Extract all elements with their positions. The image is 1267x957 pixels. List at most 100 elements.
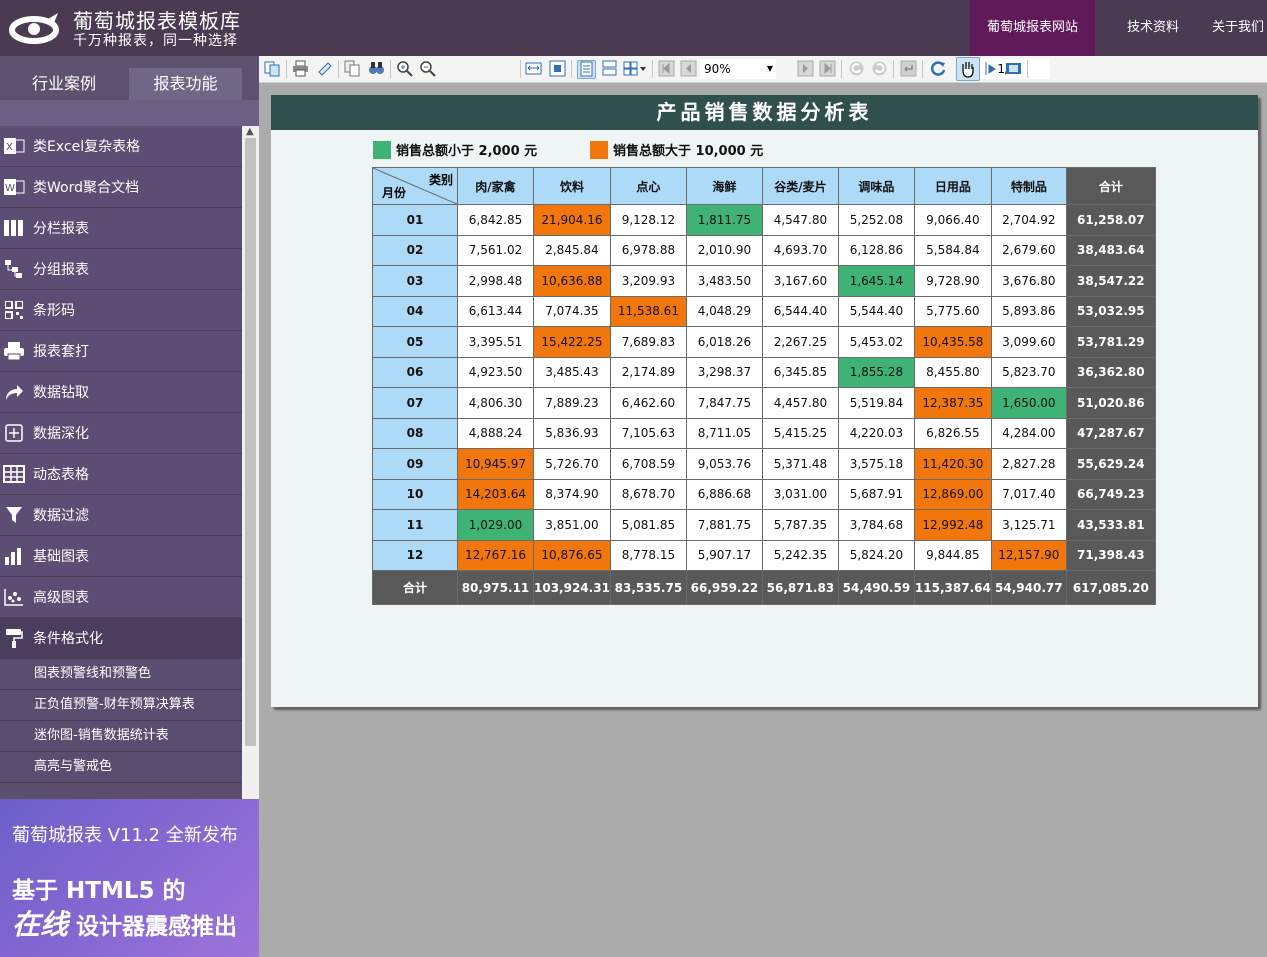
scrollbar-thumb[interactable]: [245, 138, 256, 746]
table-row: 04 6,613.44 7,074.35 11,538.61 4,048.29 6,544…: [372, 295, 1156, 327]
value-cell: 21,904.16: [533, 204, 611, 236]
sidebar-item-conditional-format[interactable]: 条件格式化: [0, 618, 242, 659]
refresh-icon[interactable]: [930, 60, 947, 77]
sidebar-subitem-highlight[interactable]: 高亮与警戒色: [0, 752, 242, 783]
zoom-in-icon[interactable]: [396, 60, 413, 77]
sidebar-item-label: 条件格式化: [33, 631, 103, 647]
sidebar-item-columns[interactable]: 分栏报表: [0, 208, 242, 249]
page-setup-icon[interactable]: [316, 60, 333, 77]
forward-icon[interactable]: [871, 60, 888, 77]
tab-industry-cases[interactable]: 行业案例: [0, 68, 128, 100]
plus-box-icon: [3, 422, 25, 444]
toolbar-separator: [286, 60, 287, 78]
value-cell: 5,687.91: [837, 478, 915, 510]
sidebar-item-deepen[interactable]: 数据深化: [0, 413, 242, 454]
value-cell: 8,778.15: [609, 539, 687, 571]
month-cell: 12: [372, 539, 458, 571]
sidebar-item-label: 高级图表: [33, 590, 89, 606]
column-header: 肉/家禽: [457, 167, 534, 205]
table-row: 11 1,029.00 3,851.00 5,081.85 7,881.75 5,787.…: [372, 509, 1156, 541]
promo-banner[interactable]: 葡萄城报表 V11.2 全新发布 基于 HTML5 的 在线 设计器震感推出: [0, 799, 259, 957]
nav-about[interactable]: 关于我们: [1206, 0, 1267, 56]
value-cell: 6,544.40: [761, 295, 839, 327]
first-page-icon[interactable]: [658, 60, 675, 77]
sidebar-item-label: 分组报表: [33, 262, 89, 278]
find-icon[interactable]: [368, 60, 385, 77]
zoom-select[interactable]: 90% ▼: [700, 59, 776, 79]
sidebar-item-drill[interactable]: 数据钻取: [0, 372, 242, 413]
copy-icon[interactable]: [344, 60, 361, 77]
toolbar-separator: [922, 60, 923, 78]
snapshot-icon[interactable]: [1005, 60, 1022, 77]
sidebar-item-barcode[interactable]: 条形码: [0, 290, 242, 331]
value-cell: 5,453.02: [837, 326, 915, 358]
promo-emphasis: 在线: [12, 908, 69, 941]
nav-website[interactable]: 葡萄城报表网站: [969, 0, 1095, 56]
value-cell: 12,767.16: [457, 539, 534, 571]
prev-page-icon[interactable]: [680, 60, 697, 77]
month-cell: 06: [372, 356, 458, 388]
column-total-cell: 103,924.31: [533, 570, 611, 605]
column-header: 海鲜: [685, 167, 763, 205]
continuous-page-icon[interactable]: [601, 60, 618, 77]
fit-page-icon[interactable]: [549, 60, 566, 77]
copy-doc-icon[interactable]: [264, 60, 281, 77]
value-cell: 3,483.50: [685, 265, 763, 297]
return-icon[interactable]: [900, 60, 917, 77]
scroll-up-icon[interactable]: ▲: [246, 126, 254, 137]
sidebar-subitem-chart-warning[interactable]: 图表预警线和预警色: [0, 659, 242, 690]
sidebar-item-filter[interactable]: 数据过滤: [0, 495, 242, 536]
sidebar-item-dynamic-table[interactable]: 动态表格: [0, 454, 242, 495]
share-arrow-icon: [3, 381, 25, 403]
single-page-icon[interactable]: [577, 60, 596, 79]
tab-report-features[interactable]: 报表功能: [129, 68, 242, 100]
value-cell: 9,066.40: [913, 204, 992, 236]
sidebar-item-advanced-chart[interactable]: 高级图表: [0, 577, 242, 618]
month-cell: 10: [372, 478, 458, 510]
group-tree-icon: [3, 258, 25, 280]
corner-header: 类别 月份: [372, 167, 458, 205]
hand-tool-icon[interactable]: [956, 57, 980, 81]
row-total-cell: 47,287.67: [1065, 417, 1156, 449]
columns-icon: [3, 217, 25, 239]
value-cell: 9,128.12: [609, 204, 687, 236]
sidebar-item-label: 分栏报表: [33, 221, 89, 237]
value-cell: 2,845.84: [533, 234, 611, 266]
value-cell: 5,824.20: [837, 539, 915, 571]
sidebar-item-word[interactable]: W 类Word聚合文档: [0, 167, 242, 208]
fit-width-icon[interactable]: [525, 60, 542, 77]
multi-page-icon[interactable]: [623, 60, 647, 77]
value-cell: 2,679.60: [990, 234, 1067, 266]
nav-tech-docs[interactable]: 技术资料: [1095, 0, 1206, 56]
value-cell: 1,029.00: [457, 509, 534, 541]
print-icon[interactable]: [292, 60, 309, 77]
value-cell: 5,519.84: [837, 387, 915, 419]
sidebar-item-basic-chart[interactable]: 基础图表: [0, 536, 242, 577]
value-cell: 5,893.86: [990, 295, 1067, 327]
value-cell: 3,485.43: [533, 356, 611, 388]
value-cell: 10,435.58: [913, 326, 992, 358]
svg-text:W: W: [5, 183, 15, 194]
value-cell: 3,209.93: [609, 265, 687, 297]
sidebar-subitem-budget-warning[interactable]: 正负值预警-财年预算决算表: [0, 690, 242, 721]
sidebar-subitem-sparkline[interactable]: 迷你图-销售数据统计表: [0, 721, 242, 752]
value-cell: 1,650.00: [990, 387, 1067, 419]
value-cell: 8,455.80: [913, 356, 992, 388]
qrcode-icon: [3, 299, 25, 321]
value-cell: 1,645.14: [837, 265, 915, 297]
next-page-icon[interactable]: [797, 60, 814, 77]
sidebar-divider: [0, 100, 259, 126]
sidebar-item-group[interactable]: 分组报表: [0, 249, 242, 290]
back-icon[interactable]: [848, 60, 865, 77]
zoom-out-icon[interactable]: [419, 60, 436, 77]
select-tool-icon[interactable]: [983, 60, 1000, 77]
report-viewport[interactable]: 产品销售数据分析表 销售总额小于 2,000 元 销售总额大于 10,000 元…: [259, 83, 1267, 957]
value-cell: 5,823.70: [990, 356, 1067, 388]
word-icon: W: [3, 176, 25, 198]
sidebar-item-label: 数据过滤: [33, 508, 89, 524]
table-row: 06 4,923.50 3,485.43 2,174.89 3,298.37 6,345.…: [372, 356, 1156, 388]
sidebar-item-excel[interactable]: X 类Excel复杂表格: [0, 126, 242, 167]
sidebar-vertical-scrollbar[interactable]: ▲ ▼: [242, 126, 259, 838]
last-page-icon[interactable]: [819, 60, 836, 77]
sidebar-item-print[interactable]: 报表套打: [0, 331, 242, 372]
